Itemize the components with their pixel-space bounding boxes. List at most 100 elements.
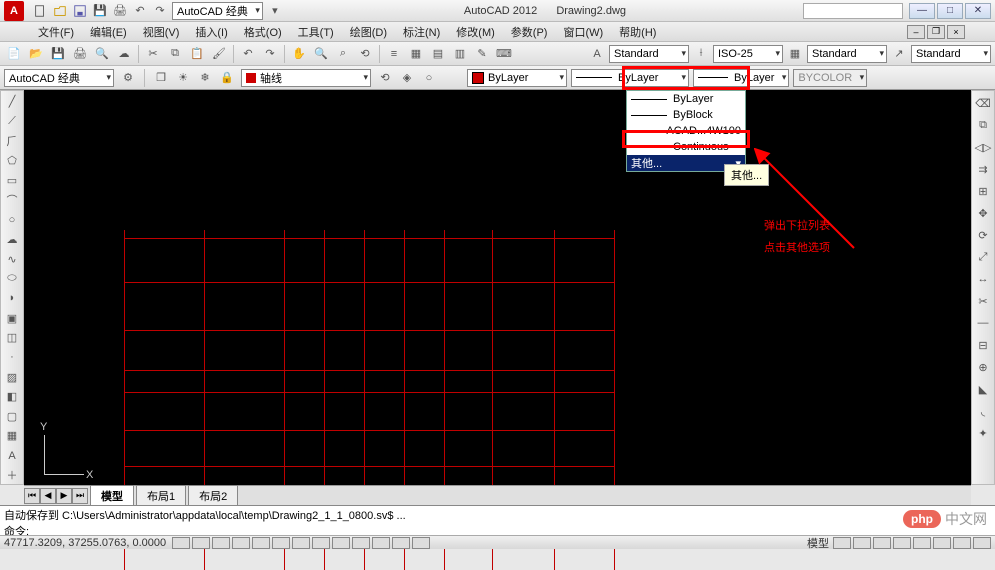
menu-draw[interactable]: 绘图(D) (342, 22, 395, 42)
zoom-window-icon[interactable]: ⌕ (333, 44, 353, 64)
polar-toggle[interactable] (232, 537, 250, 549)
polyline-icon[interactable]: ⺁ (2, 132, 22, 150)
explode-icon[interactable]: ✦ (973, 423, 993, 443)
otrack-toggle[interactable] (292, 537, 310, 549)
tab-layout1[interactable]: 布局1 (136, 485, 186, 506)
doc-minimize-button[interactable]: – (907, 25, 925, 39)
redo2-icon[interactable]: ↷ (260, 44, 280, 64)
help-search-input[interactable] (803, 3, 903, 19)
quickview-drawings-icon[interactable] (853, 537, 871, 549)
layer-dropdown[interactable]: 轴线 (241, 69, 371, 87)
open-icon[interactable] (52, 3, 68, 19)
linetype-option-byblock[interactable]: ByBlock (627, 107, 745, 123)
tool-palette-icon[interactable]: ▤ (428, 44, 448, 64)
polygon-icon[interactable]: ⬠ (2, 152, 22, 170)
plotstyle-dropdown[interactable]: BYCOLOR (793, 69, 867, 87)
doc-restore-button[interactable]: ❐ (927, 25, 945, 39)
open-file-icon[interactable]: 📂 (26, 44, 46, 64)
toolbar-lock-icon[interactable] (913, 537, 931, 549)
mleader-style-dropdown[interactable]: Standard (911, 45, 991, 63)
linetype-dropdown[interactable]: ByLayer (571, 69, 689, 87)
layer-prev-icon[interactable]: ⟲ (375, 68, 395, 88)
snap-toggle[interactable] (172, 537, 190, 549)
coordinates-display[interactable]: 47717.3209, 37255.0763, 0.0000 (4, 537, 166, 549)
plot-icon[interactable]: 🖨 (112, 3, 128, 19)
layer-manager-icon[interactable]: ❒ (151, 68, 171, 88)
text-style-dropdown[interactable]: Standard (609, 45, 689, 63)
match-icon[interactable]: 🖌 (209, 44, 229, 64)
table-style-icon[interactable]: ▦ (785, 44, 805, 64)
markup-icon[interactable]: ✎ (472, 44, 492, 64)
tab-next-button[interactable]: ▶ (56, 488, 72, 504)
workspace-switch-icon[interactable] (893, 537, 911, 549)
command-window[interactable]: 自动保存到 C:\Users\Administrator\appdata\loc… (0, 505, 995, 535)
save-file-icon[interactable]: 💾 (48, 44, 68, 64)
layer-state-icon[interactable]: ☀ (173, 68, 193, 88)
stretch-icon[interactable]: ↔ (973, 269, 993, 289)
ducs-toggle[interactable] (312, 537, 330, 549)
sc-toggle[interactable] (412, 537, 430, 549)
design-center-icon[interactable]: ▦ (406, 44, 426, 64)
hatch-icon[interactable]: ▨ (2, 368, 22, 386)
layer-lock-icon[interactable]: 🔒 (217, 68, 237, 88)
dim-style-dropdown[interactable]: ISO-25 (713, 45, 783, 63)
menu-insert[interactable]: 插入(I) (187, 22, 235, 42)
minimize-button[interactable]: — (909, 3, 935, 19)
app-menu-button[interactable]: A (4, 1, 24, 21)
zoom-prev-icon[interactable]: ⟲ (355, 44, 375, 64)
workspace-dropdown[interactable]: AutoCAD 经典 (4, 69, 114, 87)
new-file-icon[interactable]: 📄 (4, 44, 24, 64)
addselected-icon[interactable]: ＋ (2, 466, 22, 484)
maximize-button[interactable]: □ (937, 3, 963, 19)
menu-modify[interactable]: 修改(M) (448, 22, 503, 42)
trim-icon[interactable]: ✂ (973, 291, 993, 311)
tab-first-button[interactable]: ⏮ (24, 488, 40, 504)
break-icon[interactable]: ⊟ (973, 335, 993, 355)
grid-toggle[interactable] (192, 537, 210, 549)
isolate-icon[interactable] (953, 537, 971, 549)
ellipse-arc-icon[interactable]: ◗ (2, 290, 22, 308)
ellipse-icon[interactable]: ⬭ (2, 270, 22, 288)
hardware-accel-icon[interactable] (933, 537, 951, 549)
publish-icon[interactable]: ☁ (114, 44, 134, 64)
menu-format[interactable]: 格式(O) (236, 22, 290, 42)
save-icon[interactable] (72, 3, 88, 19)
join-icon[interactable]: ⊕ (973, 357, 993, 377)
array-icon[interactable]: ⊞ (973, 181, 993, 201)
color-dropdown[interactable]: ByLayer (467, 69, 567, 87)
undo2-icon[interactable]: ↶ (238, 44, 258, 64)
linetype-option-acad[interactable]: ACAD...4W100 (627, 123, 745, 139)
menu-view[interactable]: 视图(V) (135, 22, 188, 42)
make-block-icon[interactable]: ◫ (2, 329, 22, 347)
qat-more-icon[interactable]: ▾ (267, 3, 283, 19)
linetype-option-bylayer[interactable]: ByLayer (627, 91, 745, 107)
tab-prev-button[interactable]: ◀ (40, 488, 56, 504)
workspace-settings-icon[interactable]: ⚙ (118, 68, 138, 88)
clean-screen-icon[interactable] (973, 537, 991, 549)
copy-obj-icon[interactable]: ⧉ (973, 115, 993, 135)
dyn-toggle[interactable] (332, 537, 350, 549)
tpy-toggle[interactable] (372, 537, 390, 549)
zoom-icon[interactable]: 🔍 (311, 44, 331, 64)
pan-icon[interactable]: ✋ (289, 44, 309, 64)
mleader-style-icon[interactable]: ↗ (889, 44, 909, 64)
tab-layout2[interactable]: 布局2 (188, 485, 238, 506)
qat-workspace-dropdown[interactable]: AutoCAD 经典 (172, 2, 263, 20)
table-icon[interactable]: ▦ (2, 427, 22, 445)
text-style-icon[interactable]: A (587, 44, 607, 64)
tab-last-button[interactable]: ⏭ (72, 488, 88, 504)
drawing-area[interactable]: ByLayer ByBlock ACAD...4W100 Continuous … (24, 90, 971, 485)
annotation-scale-icon[interactable] (873, 537, 891, 549)
rotate-icon[interactable]: ⟳ (973, 225, 993, 245)
model-space-label[interactable]: 模型 (807, 535, 829, 551)
menu-window[interactable]: 窗口(W) (555, 22, 611, 42)
3dosnap-toggle[interactable] (272, 537, 290, 549)
region-icon[interactable]: ▢ (2, 408, 22, 426)
spline-icon[interactable]: ∿ (2, 250, 22, 268)
redo-icon[interactable]: ↷ (152, 3, 168, 19)
chamfer-icon[interactable]: ◣ (973, 379, 993, 399)
arc-icon[interactable]: ⌒ (2, 191, 22, 209)
close-button[interactable]: ✕ (965, 3, 991, 19)
gradient-icon[interactable]: ◧ (2, 388, 22, 406)
menu-edit[interactable]: 编辑(E) (82, 22, 135, 42)
